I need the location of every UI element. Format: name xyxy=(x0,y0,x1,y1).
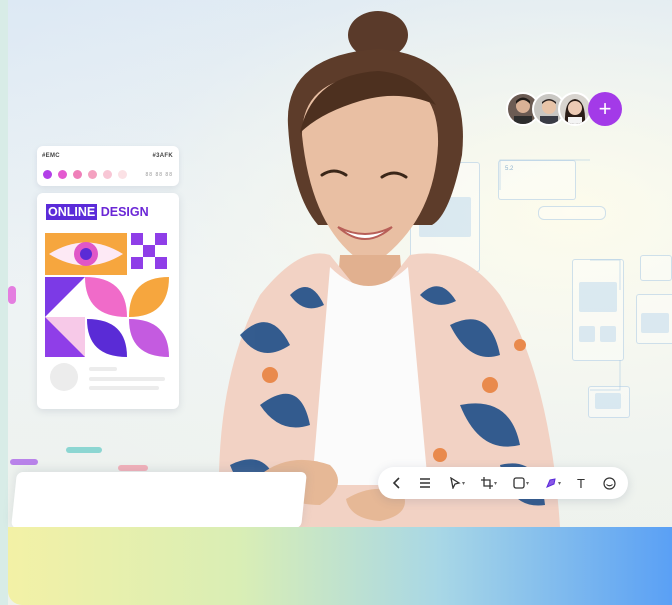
bottom-gradient-bar xyxy=(8,527,672,605)
palette-swatch[interactable] xyxy=(43,170,52,179)
design-artwork xyxy=(45,233,169,357)
text-placeholder xyxy=(89,386,159,390)
design-title: ONLINE DESIGN xyxy=(46,204,170,224)
menu-tool[interactable] xyxy=(414,473,436,493)
back-tool[interactable] xyxy=(386,473,408,493)
palette-swatch[interactable] xyxy=(73,170,82,179)
text-icon: T xyxy=(577,475,585,491)
pen-tool[interactable]: ▾ xyxy=(540,473,566,493)
tag-pill xyxy=(118,465,148,471)
text-placeholder xyxy=(89,377,165,381)
rectangle-icon xyxy=(513,477,525,489)
hero-banner: 5.2 #EMC #3AFK 88 88 88 ONLINE DESIGN + … xyxy=(0,0,672,605)
tag-pill xyxy=(10,459,38,465)
chevron-down-icon: ▾ xyxy=(493,480,497,487)
chevron-left-icon xyxy=(392,477,400,489)
shirt xyxy=(312,267,428,485)
design-toolbar: ▾ ▾ ▾ ▾ T xyxy=(378,467,628,499)
text-placeholder xyxy=(89,367,117,371)
tag-marker xyxy=(8,286,16,304)
frame-tool[interactable]: ▾ xyxy=(508,473,534,493)
palette-swatch[interactable] xyxy=(118,170,127,179)
left-edge-strip xyxy=(0,0,8,605)
collaborator-avatars: + xyxy=(506,92,626,128)
design-title-highlight: ONLINE xyxy=(46,204,98,220)
add-collaborator-button[interactable]: + xyxy=(588,92,622,126)
palette-header-left: #EMC xyxy=(42,153,60,159)
palette-values: 88 88 88 xyxy=(145,172,173,178)
avatar[interactable] xyxy=(558,92,592,126)
chevron-down-icon: ▾ xyxy=(461,480,465,487)
chevron-down-icon: ▾ xyxy=(557,480,561,487)
color-palette-card: #EMC #3AFK 88 88 88 xyxy=(37,146,179,186)
palette-swatch[interactable] xyxy=(58,170,67,179)
avatar-placeholder xyxy=(50,363,78,391)
cursor-icon xyxy=(450,477,461,489)
text-tool[interactable]: T xyxy=(570,473,592,493)
laptop xyxy=(11,472,307,528)
menu-icon xyxy=(420,478,430,488)
eye-icon xyxy=(80,248,92,260)
pen-icon xyxy=(546,478,556,488)
smiley-icon xyxy=(602,476,616,490)
design-title-rest: DESIGN xyxy=(97,205,149,219)
palette-swatch[interactable] xyxy=(103,170,112,179)
design-preview-card[interactable]: ONLINE DESIGN xyxy=(37,193,179,409)
palette-swatch[interactable] xyxy=(88,170,97,179)
select-tool[interactable]: ▾ xyxy=(444,473,470,493)
palette-header-right: #3AFK xyxy=(152,153,173,159)
settings-tool[interactable] xyxy=(598,473,620,493)
crop-tool[interactable]: ▾ xyxy=(476,473,502,493)
crop-icon xyxy=(480,477,493,489)
person-illustration xyxy=(218,11,560,527)
tag-pill xyxy=(66,447,102,453)
chevron-down-icon: ▾ xyxy=(525,480,529,487)
